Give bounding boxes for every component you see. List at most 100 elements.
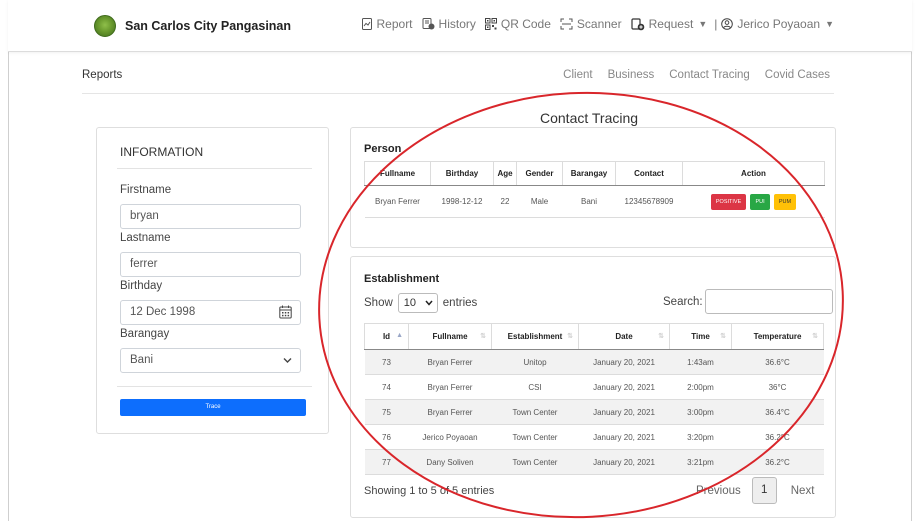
cell-date: January 20, 2021 [578,374,670,400]
trace-button[interactable]: Trace [120,399,306,416]
tab-contact-tracing[interactable]: Contact Tracing [669,69,750,81]
firstname-label: Firstname [120,184,172,196]
cell-id: 73 [364,349,409,375]
qrcode-icon [484,18,497,30]
user-circle-icon [721,18,734,30]
birthday-label: Birthday [120,280,163,292]
cell-fullname: Bryan Ferrer [408,349,492,375]
col-gender: Gender [516,161,563,186]
entries-length-control: Show 10 entries [364,293,477,313]
cell-time: 1:43am [669,349,732,375]
table-search: Search: [663,289,833,314]
cell-temperature: 36.2°C [731,449,824,475]
col-establishment-label: Establishment [507,332,563,341]
show-label: Show [364,297,393,309]
nav-user-menu[interactable]: Jerico Poyaoan ▼ [721,17,834,31]
cell-establishment: Town Center [491,424,579,450]
tab-client[interactable]: Client [563,69,592,81]
cell-gender: Male [516,185,563,218]
nav-qrcode[interactable]: QR Code [484,17,551,31]
person-card: Person Fullname Birthday Age Gender Bara… [350,127,836,248]
chevron-down-icon: ▼ [825,19,834,29]
col-fullname[interactable]: Fullname ⇅ [408,323,492,350]
establishment-heading: Establishment [364,273,440,285]
cell-fullname: Dany Soliven [408,449,492,475]
table-row[interactable]: 75 Bryan Ferrer Town Center January 20, … [364,399,824,425]
entries-select[interactable]: 10 [397,293,438,313]
cell-establishment: Town Center [491,399,579,425]
cell-date: January 20, 2021 [578,349,670,375]
cell-temperature: 36.2°C [731,424,824,450]
chevron-down-icon [425,300,433,306]
divider [117,168,312,169]
birthday-value: 12 Dec 1998 [130,306,196,318]
person-table: Fullname Birthday Age Gender Barangay Co… [364,161,825,218]
col-temperature[interactable]: Temperature ⇅ [731,323,824,350]
col-id[interactable]: Id ▲ [364,323,409,350]
table-row: Bryan Ferrer 1998-12-12 22 Male Bani 123… [364,185,825,218]
cell-date: January 20, 2021 [578,424,670,450]
entries-value: 10 [403,297,417,309]
pum-button[interactable]: PUM [773,193,797,210]
col-establishment[interactable]: Establishment ⇅ [491,323,579,350]
col-time[interactable]: Time ⇅ [669,323,732,350]
tab-covid-cases[interactable]: Covid Cases [765,69,830,81]
nav-report[interactable]: Report [361,17,413,31]
table-row[interactable]: 76 Jerico Poyaoan Town Center January 20… [364,424,824,450]
information-card: INFORMATION Firstname bryan Lastname fer… [96,127,329,434]
report-tabs: Client Business Contact Tracing Covid Ca… [548,69,830,81]
positive-button[interactable]: POSITIVE [710,193,747,210]
table-row[interactable]: 74 Bryan Ferrer CSI January 20, 2021 2:0… [364,374,824,400]
birthday-input[interactable]: 12 Dec 1998 [120,300,301,325]
table-header-row: Fullname Birthday Age Gender Barangay Co… [364,161,825,186]
cell-date: January 20, 2021 [578,399,670,425]
cell-time: 3:21pm [669,449,732,475]
brand[interactable]: San Carlos City Pangasinan [94,15,291,37]
cell-birthday: 1998-12-12 [430,185,494,218]
pagination-page-1[interactable]: 1 [751,477,777,504]
col-temperature-label: Temperature [753,332,802,341]
calendar-icon[interactable] [279,305,292,319]
cell-barangay: Bani [562,185,616,218]
pagination-next[interactable]: Next [791,485,815,497]
cell-time: 2:00pm [669,374,732,400]
table-info: Showing 1 to 5 of 5 entries [364,485,495,497]
cell-establishment: Town Center [491,449,579,475]
pagination-previous[interactable]: Previous [696,485,741,497]
cell-fullname: Jerico Poyaoan [408,424,492,450]
sort-icon: ⇅ [658,333,664,340]
cell-actions: POSITIVE PUI PUM [682,185,825,218]
cell-age: 22 [493,185,517,218]
nav-history[interactable]: History [422,17,476,31]
tab-business[interactable]: Business [608,69,655,81]
nav-request[interactable]: Request ▼ [631,17,707,31]
lastname-input[interactable]: ferrer [120,252,301,277]
pui-button[interactable]: PUI [750,193,770,210]
nav-report-label: Report [376,17,413,31]
cell-fullname: Bryan Ferrer [408,399,492,425]
cell-id: 76 [364,424,409,450]
barangay-select[interactable]: Bani [120,348,301,373]
col-action: Action [682,161,825,186]
table-row[interactable]: 73 Bryan Ferrer Unitop January 20, 2021 … [364,349,824,375]
cell-establishment: Unitop [491,349,579,375]
cell-temperature: 36.6°C [731,349,824,375]
cell-id: 75 [364,399,409,425]
col-date[interactable]: Date ⇅ [578,323,670,350]
col-fullname-label: Fullname [432,332,468,341]
search-label: Search: [663,295,703,308]
cell-fullname: Bryan Ferrer [408,374,492,400]
person-heading: Person [364,143,402,155]
nav-scanner[interactable]: Scanner [560,17,622,31]
search-input[interactable] [704,289,833,314]
cell-time: 3:00pm [669,399,732,425]
nav-history-label: History [438,17,476,31]
nav-scanner-label: Scanner [576,17,622,31]
col-fullname: Fullname [364,161,431,186]
establishment-card: Establishment Show 10 entries Search: Id… [350,256,836,518]
firstname-input[interactable]: bryan [120,204,301,229]
report-icon [361,18,372,30]
col-barangay: Barangay [562,161,616,186]
table-row[interactable]: 77 Dany Soliven Town Center January 20, … [364,449,824,475]
nav-request-label: Request [648,17,694,31]
